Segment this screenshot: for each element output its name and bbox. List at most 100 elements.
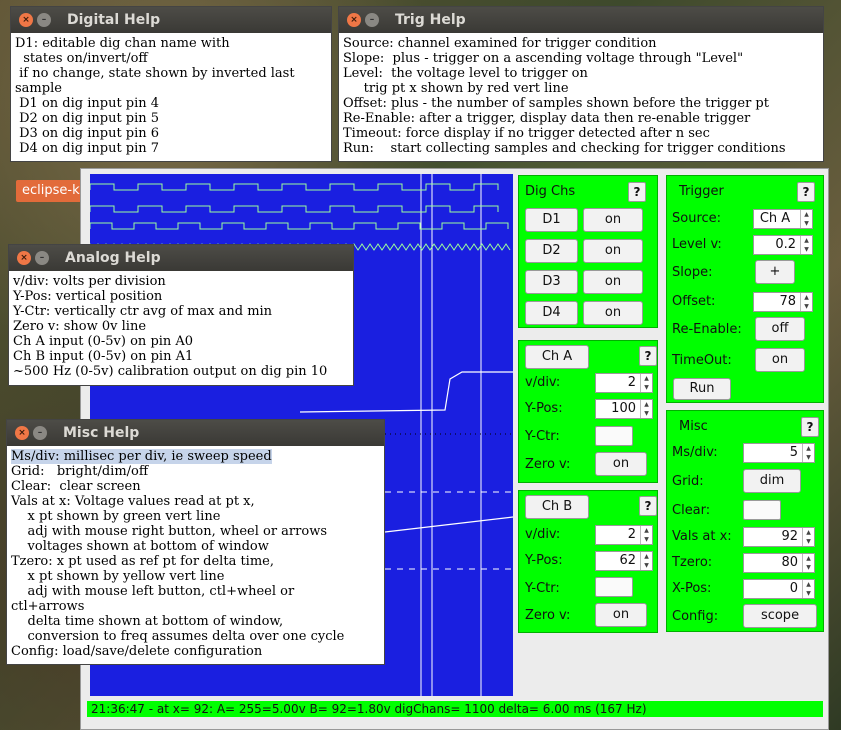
- run-button[interactable]: Run: [673, 378, 731, 400]
- digital-help-titlebar[interactable]: × – Digital Help: [11, 7, 331, 33]
- spinner-arrows-icon[interactable]: ▲ ▼: [802, 444, 814, 462]
- help-line: D2 on dig input pin 5: [15, 111, 160, 126]
- misc-xpos-label: X-Pos:: [672, 581, 712, 596]
- ch-a-yctr-button[interactable]: [595, 426, 633, 446]
- spinner-arrows-icon[interactable]: ▲ ▼: [640, 400, 652, 418]
- misc-help-title: Misc Help: [63, 425, 140, 441]
- d3-name-button[interactable]: D3: [525, 270, 578, 294]
- ch-b-panel: Ch B ? v/div: 2 ▲ ▼ Y-Pos: 62 ▲ ▼ Y-Ctr: Zer…: [518, 490, 658, 633]
- trigger-reenable-button[interactable]: off: [755, 317, 805, 341]
- digital-help-window: × – Digital Help D1: editable dig chan n…: [10, 6, 332, 162]
- eclipse-launcher[interactable]: eclipse-k: [16, 180, 84, 202]
- close-icon[interactable]: ×: [347, 13, 361, 27]
- help-line: delta time shown at bottom of window,: [11, 614, 284, 629]
- help-line: Y-Ctr: vertically ctr avg of max and min: [13, 304, 273, 319]
- spinner-arrows-icon[interactable]: ▲ ▼: [802, 528, 814, 546]
- help-line: sample: [15, 81, 62, 96]
- trigger-level-value: 0.2: [775, 237, 796, 252]
- d4-name-button[interactable]: D4: [525, 301, 578, 325]
- help-line: D1 on dig input pin 4: [15, 96, 160, 111]
- spinner-arrows-icon[interactable]: ▲ ▼: [800, 293, 812, 311]
- minimize-icon[interactable]: –: [35, 251, 49, 265]
- misc-help-window: × – Misc Help Ms/div: millisec per div, …: [6, 419, 385, 665]
- misc-panel: Misc ? Ms/div: 5 ▲ ▼ Grid: dim Clear: Vals…: [666, 410, 824, 632]
- help-line: v/div: volts per division: [13, 274, 166, 289]
- ch-b-vdiv-label: v/div:: [525, 527, 561, 542]
- trigger-level-label: Level v:: [672, 237, 722, 252]
- minimize-icon[interactable]: –: [37, 13, 51, 27]
- misc-help-first-line: Ms/div: millisec per div, ie sweep speed: [11, 449, 272, 464]
- misc-grid-label: Grid:: [672, 474, 704, 489]
- spinner-arrows-icon[interactable]: ▲ ▼: [640, 526, 652, 544]
- misc-clear-button[interactable]: [743, 500, 781, 520]
- trigger-slope-button[interactable]: +: [755, 260, 795, 284]
- d4-state-button[interactable]: on: [583, 301, 643, 325]
- trigger-level-spinner[interactable]: 0.2 ▲ ▼: [753, 235, 813, 255]
- d1-state-button[interactable]: on: [583, 208, 643, 232]
- ch-a-vdiv-label: v/div:: [525, 375, 561, 390]
- digital-trace-d2: [90, 205, 499, 213]
- help-line: ctl+arrows: [11, 599, 85, 614]
- ch-a-vdiv-spinner[interactable]: 2 ▲ ▼: [595, 373, 653, 393]
- d2-name-button[interactable]: D2: [525, 239, 578, 263]
- close-icon[interactable]: ×: [17, 251, 31, 265]
- ch-b-zero-button[interactable]: on: [595, 603, 647, 627]
- help-line: D1: editable dig chan name with: [15, 36, 230, 51]
- misc-tzero-spinner[interactable]: 80 ▲ ▼: [743, 553, 815, 573]
- help-line: adj with mouse left button, ctl+wheel or: [11, 584, 295, 599]
- trigger-title: Trigger: [679, 184, 724, 199]
- help-line: trig pt x shown by red vert line: [343, 81, 569, 96]
- spinner-arrows-icon[interactable]: ▲ ▼: [800, 210, 812, 228]
- ch-b-ypos-value: 62: [619, 553, 636, 568]
- d1-name-button[interactable]: D1: [525, 208, 578, 232]
- trigger-offset-label: Offset:: [672, 294, 716, 309]
- misc-config-label: Config:: [672, 609, 719, 624]
- d2-state-button[interactable]: on: [583, 239, 643, 263]
- spinner-arrows-icon[interactable]: ▲ ▼: [640, 552, 652, 570]
- trigger-offset-spinner[interactable]: 78 ▲ ▼: [753, 292, 813, 312]
- help-line: Tzero: x pt used as ref pt for delta tim…: [11, 554, 274, 569]
- help-line: Run: start collecting samples and checki…: [343, 141, 786, 156]
- close-icon[interactable]: ×: [15, 426, 29, 440]
- trigger-source-select[interactable]: Ch A ▲ ▼: [753, 209, 813, 229]
- misc-msdiv-spinner[interactable]: 5 ▲ ▼: [743, 443, 815, 463]
- spinner-arrows-icon[interactable]: ▲ ▼: [802, 580, 814, 598]
- ch-b-help-button[interactable]: ?: [639, 496, 657, 516]
- minimize-icon[interactable]: –: [365, 13, 379, 27]
- ch-a-title-button[interactable]: Ch A: [525, 345, 589, 369]
- ch-b-title-button[interactable]: Ch B: [525, 495, 589, 519]
- ch-a-zero-button[interactable]: on: [595, 452, 647, 476]
- help-line: Offset: plus - the number of samples sho…: [343, 96, 769, 111]
- ch-b-yctr-button[interactable]: [595, 577, 633, 597]
- minimize-icon[interactable]: –: [33, 426, 47, 440]
- analog-help-titlebar[interactable]: × – Analog Help: [9, 245, 353, 271]
- misc-vals-spinner[interactable]: 92 ▲ ▼: [743, 527, 815, 547]
- spinner-arrows-icon[interactable]: ▲ ▼: [800, 236, 812, 254]
- misc-config-button[interactable]: scope: [743, 604, 817, 628]
- trigger-timeout-button[interactable]: on: [755, 348, 805, 372]
- ch-a-help-button[interactable]: ?: [639, 346, 657, 366]
- ch-a-ypos-spinner[interactable]: 100 ▲ ▼: [595, 399, 653, 419]
- help-line: x pt shown by yellow vert line: [11, 569, 225, 584]
- ch-b-vdiv-spinner[interactable]: 2 ▲ ▼: [595, 525, 653, 545]
- close-icon[interactable]: ×: [19, 13, 33, 27]
- ch-b-trace: [384, 516, 513, 533]
- spinner-arrows-icon[interactable]: ▲ ▼: [640, 374, 652, 392]
- misc-vals-label: Vals at x:: [672, 529, 732, 544]
- trigger-help-button[interactable]: ?: [797, 182, 815, 202]
- status-bar: 21:36:47 - at x= 92: A= 255=5.00v B= 92=…: [87, 701, 823, 717]
- ch-b-ypos-spinner[interactable]: 62 ▲ ▼: [595, 551, 653, 571]
- misc-grid-button[interactable]: dim: [743, 469, 801, 493]
- help-line: if no change, state shown by inverted la…: [15, 66, 295, 81]
- help-line: Config: load/save/delete configuration: [11, 644, 263, 659]
- misc-help-titlebar[interactable]: × – Misc Help: [7, 420, 384, 446]
- misc-help-button[interactable]: ?: [801, 417, 819, 437]
- misc-xpos-spinner[interactable]: 0 ▲ ▼: [743, 579, 815, 599]
- ch-b-vdiv-value: 2: [627, 527, 636, 542]
- d3-state-button[interactable]: on: [583, 270, 643, 294]
- help-line: adj with mouse right button, wheel or ar…: [11, 524, 327, 539]
- trigger-timeout-label: TimeOut:: [672, 353, 732, 368]
- spinner-arrows-icon[interactable]: ▲ ▼: [802, 554, 814, 572]
- trig-help-titlebar[interactable]: × – Trig Help: [339, 7, 823, 33]
- dig-chs-help-button[interactable]: ?: [628, 182, 646, 202]
